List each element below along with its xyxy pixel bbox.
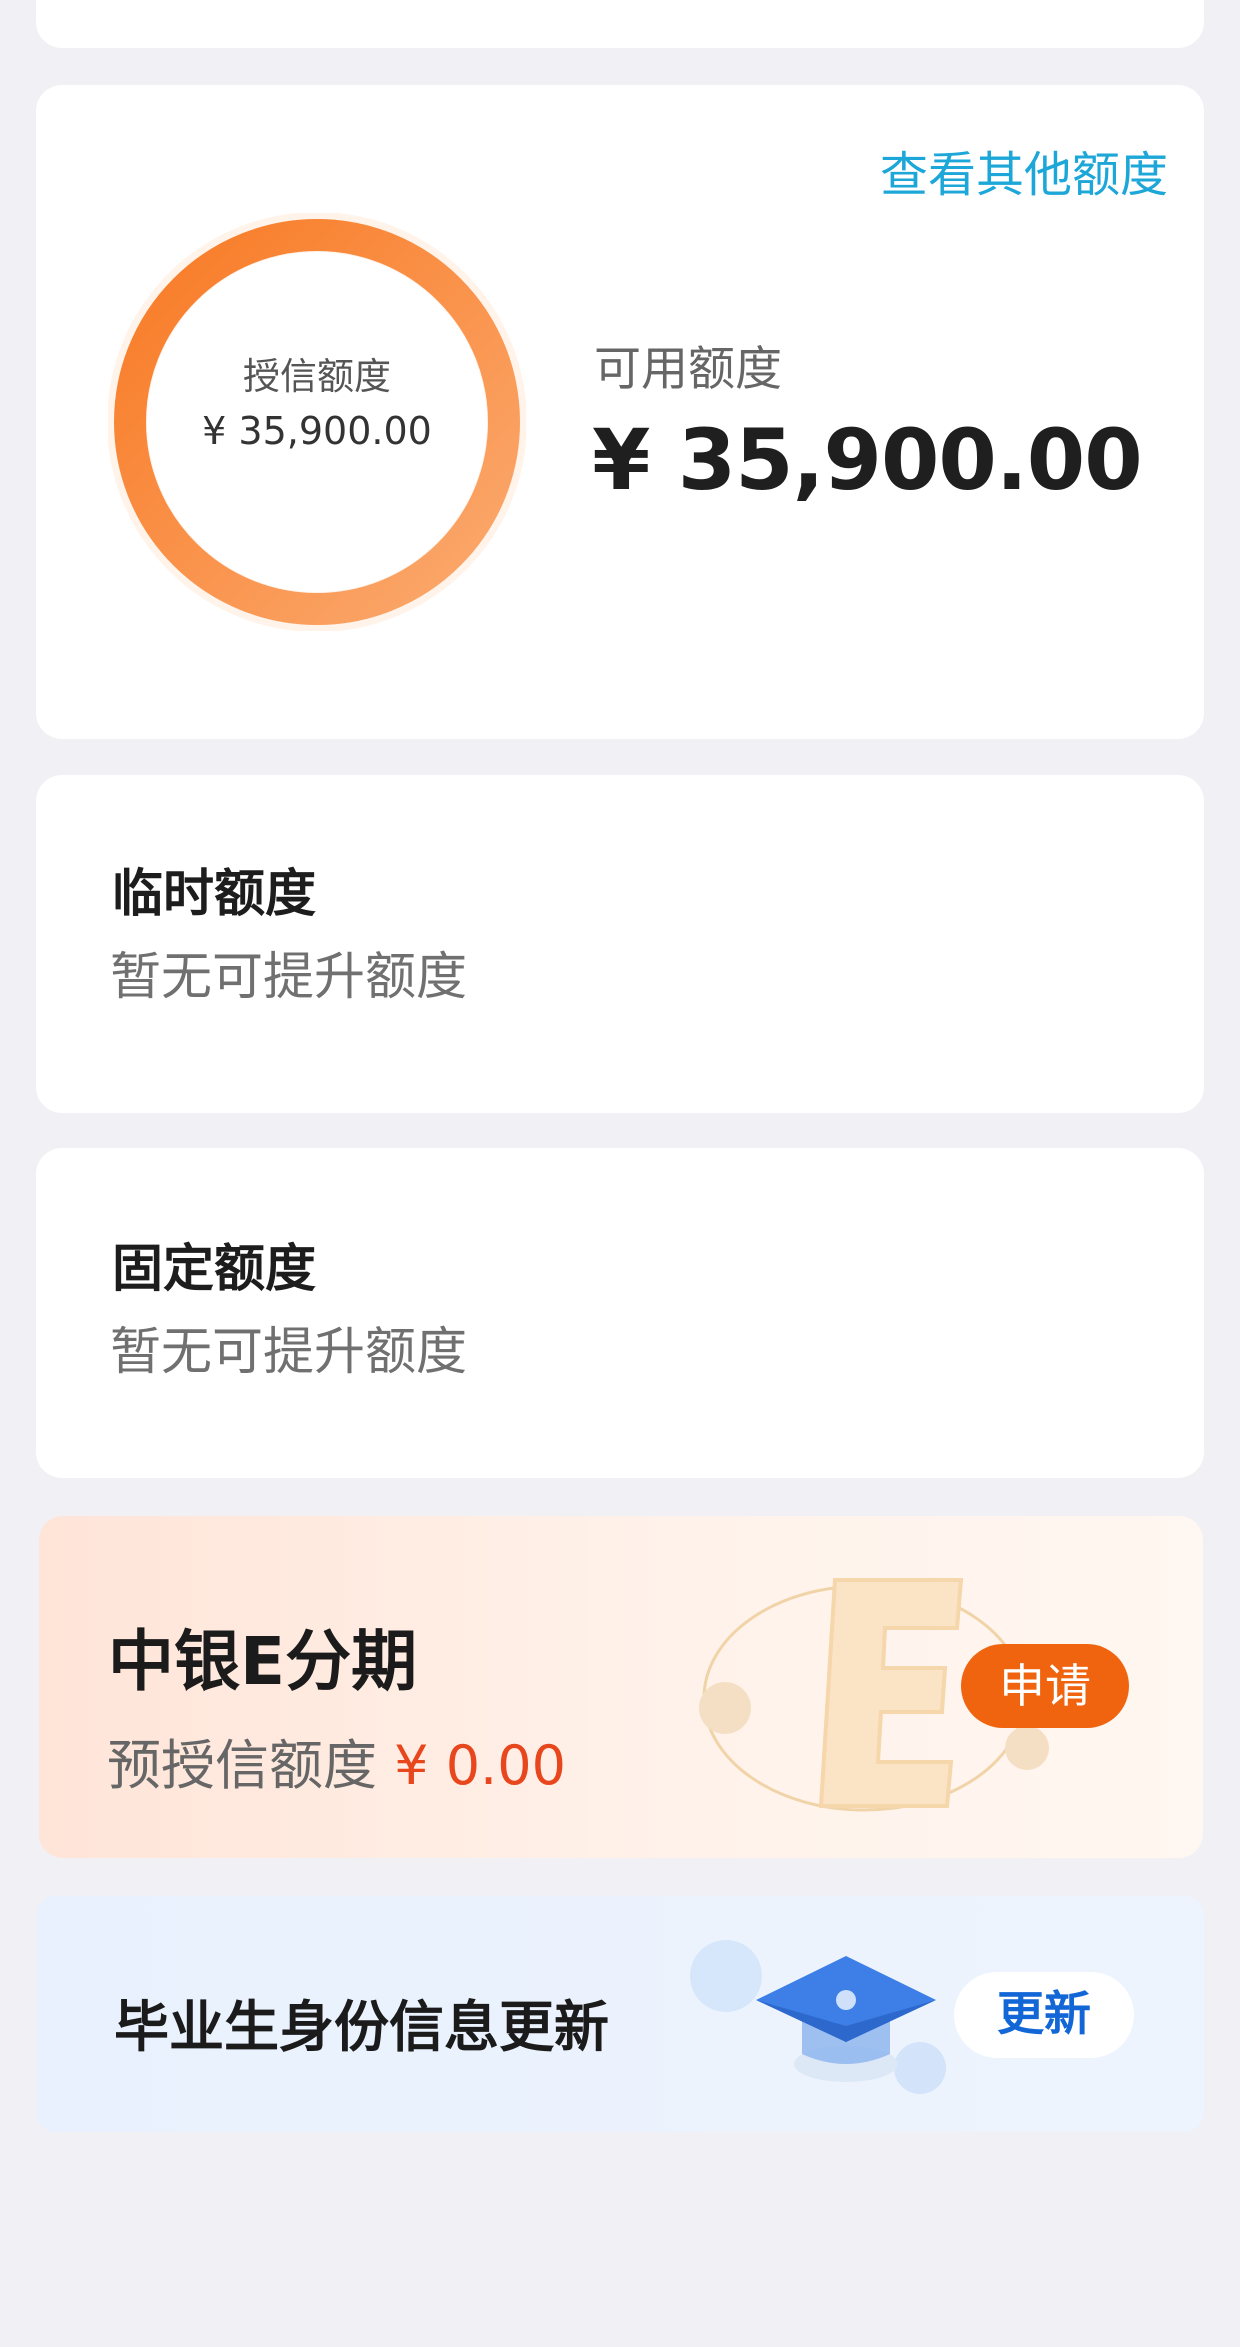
- view-other-limits-link[interactable]: 查看其他额度: [880, 135, 1168, 205]
- available-limit-label: 可用额度: [594, 342, 782, 397]
- graduate-update-card[interactable]: 毕业生身份信息更新 更新: [36, 1896, 1204, 2132]
- fixed-limit-title: 固定额度: [112, 1240, 317, 1299]
- credit-ring: 授信额度 ¥ 35,900.00: [108, 213, 526, 631]
- temporary-limit-subtitle: 暂无可提升额度: [110, 948, 468, 1007]
- granted-limit-amount: ¥ 35,900.00: [202, 409, 432, 453]
- preauth-limit-label: 预授信额度: [107, 1734, 377, 1797]
- installment-subtitle: 预授信额度 ¥ 0.00: [107, 1721, 566, 1800]
- preauth-limit-amount: ¥ 0.00: [394, 1734, 566, 1797]
- graduation-cap-icon: [690, 1940, 946, 2094]
- installment-title: 中银E分期: [108, 1623, 418, 1700]
- available-limit-amount: ¥ 35,900.00: [592, 411, 1143, 509]
- graduate-update-title: 毕业生身份信息更新: [114, 1995, 610, 2059]
- temporary-limit-title: 临时额度: [112, 865, 317, 924]
- fixed-limit-subtitle: 暂无可提升额度: [110, 1323, 468, 1382]
- previous-card: [36, 0, 1204, 48]
- fixed-limit-card[interactable]: 固定额度 暂无可提升额度: [36, 1148, 1204, 1478]
- temporary-limit-card[interactable]: 临时额度 暂无可提升额度: [36, 775, 1204, 1113]
- installment-promo-card[interactable]: 中银E分期 预授信额度 ¥ 0.00 申请: [39, 1516, 1203, 1858]
- apply-button[interactable]: 申请: [961, 1644, 1129, 1728]
- update-button[interactable]: 更新: [954, 1972, 1134, 2058]
- granted-limit-label: 授信额度: [243, 355, 391, 398]
- credit-limit-card: 查看其他额度 授信额度 ¥ 35,900.00 可用额度 ¥ 35,900.00: [36, 85, 1204, 739]
